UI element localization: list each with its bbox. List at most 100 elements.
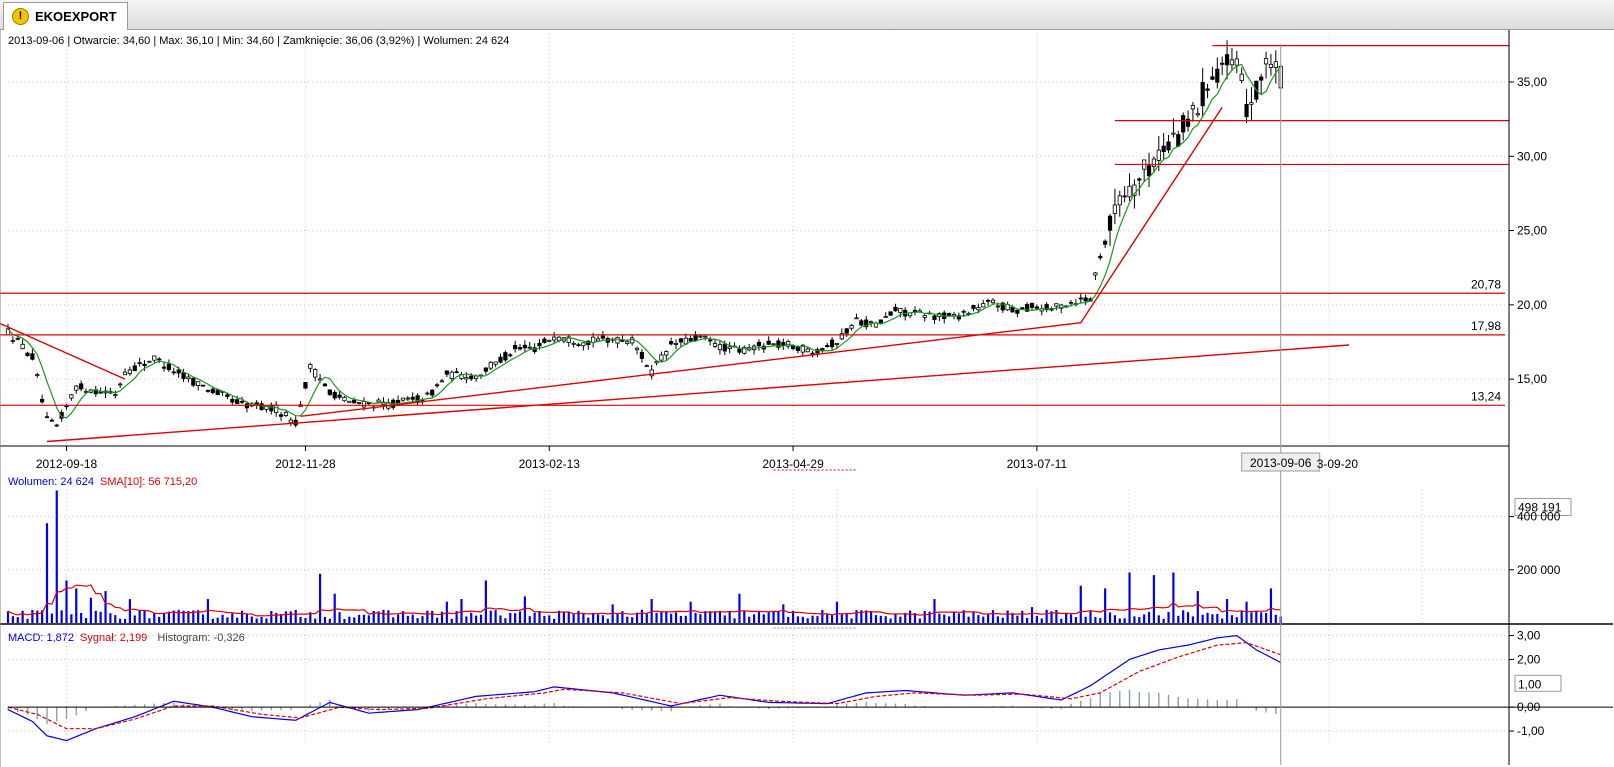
candle-body (278, 414, 284, 417)
macd-tick-label: 3,00 (1517, 629, 1541, 643)
candle-body (142, 363, 147, 367)
candle-body (469, 375, 474, 380)
candle-body (1171, 132, 1176, 135)
candle-body (74, 385, 79, 391)
candle-body (15, 337, 20, 340)
candle-body (1146, 165, 1152, 177)
candle-body (883, 316, 888, 318)
candle-body (698, 335, 703, 338)
candle-body (332, 391, 337, 399)
candle-body (708, 339, 713, 342)
candle-body (347, 400, 352, 404)
candle-body (1137, 178, 1142, 181)
candle-body (717, 344, 723, 351)
candle-body (703, 335, 708, 338)
candle-body (542, 338, 547, 343)
candle-body (508, 354, 513, 357)
candle-body (44, 416, 50, 419)
candle-body (356, 402, 362, 404)
date-tick-label: 2013-04-29 (762, 457, 824, 471)
candle-body (654, 361, 659, 364)
candle-body (659, 354, 664, 361)
candle-body (122, 371, 128, 376)
candle-body (1220, 62, 1225, 65)
candle-body (1127, 185, 1132, 198)
level-label: 13,24 (1471, 389, 1501, 403)
candle-body (20, 343, 25, 350)
candle-body (859, 320, 864, 326)
chart-tab[interactable]: ! EKOEXPORT (3, 2, 128, 30)
macd-legend: MACD: 1,872 Sygnał: 2,199 Histogram: -0,32… (8, 632, 245, 644)
candle-body (571, 342, 576, 345)
candle-body (620, 339, 625, 342)
candle-body (615, 336, 620, 344)
chart-area[interactable]: 20,78 17,98 13,24 35,00 30,00 25,00 20,00 15,00… (0, 30, 1614, 767)
candle-body (986, 299, 991, 302)
price-tick-label: 15,00 (1517, 372, 1547, 386)
candle-body (1190, 105, 1196, 110)
candle-body (1195, 113, 1200, 116)
candle-body (64, 405, 69, 408)
candle-body (712, 343, 718, 347)
candle-body (1200, 82, 1205, 107)
candle-body (439, 380, 445, 383)
candle-body (1117, 195, 1122, 206)
candle-body (342, 396, 347, 402)
candle-body (678, 338, 684, 343)
candle-body (161, 366, 167, 369)
candle-body (932, 315, 937, 321)
candle-body (483, 367, 488, 372)
candle-body (1034, 306, 1039, 309)
candle-body (1078, 297, 1083, 300)
candle-body (435, 384, 440, 387)
candle-body (352, 399, 357, 404)
volume-legend-value: Wolumen: 24 624 (8, 476, 94, 488)
sma-legend-value: SMA[10]: 56 715,20 (100, 476, 197, 488)
candle-body (976, 307, 981, 311)
candle-body (147, 360, 152, 363)
candle-body (322, 383, 328, 387)
candle-body (1215, 68, 1220, 83)
price-tick-label: 20,00 (1517, 298, 1547, 312)
candle-body (137, 362, 142, 365)
candle-body (454, 371, 459, 374)
candle-body (1239, 73, 1244, 82)
date-tick-label: 2013-02-13 (519, 457, 581, 471)
candle-body (259, 403, 264, 410)
candle-body (947, 313, 952, 316)
candle-body (430, 389, 435, 396)
volume-max-label: 498 191 (1518, 500, 1562, 514)
candle-body (1068, 301, 1074, 304)
candle-body (898, 307, 903, 314)
candle-body (805, 348, 810, 353)
candle-body (1166, 141, 1171, 151)
candle-body (283, 412, 289, 416)
candle-body (337, 394, 342, 398)
candle-body (196, 381, 201, 386)
candle-body (1244, 103, 1249, 118)
candle-body (176, 369, 181, 374)
candle-body (152, 355, 157, 361)
candle-body (1229, 59, 1235, 66)
date-tick-label-tail: 3-09-20 (1317, 457, 1359, 471)
candle-body (1029, 302, 1035, 308)
candle-body (118, 383, 123, 386)
candle-body (756, 341, 762, 347)
volume-tick-label: 200 000 (1517, 563, 1561, 577)
candle-body (552, 336, 557, 341)
signal-legend-value: Sygnał: 2,199 (80, 632, 147, 644)
candle-body (781, 342, 786, 346)
candle-body (308, 363, 313, 369)
candle-body (1093, 272, 1098, 276)
candle-body (576, 344, 581, 346)
candle-body (878, 319, 883, 324)
candle-body (1122, 195, 1127, 198)
candle-body (40, 398, 45, 403)
price-tick-label: 30,00 (1517, 149, 1547, 163)
macd-current-label: 1,00 (1518, 677, 1542, 691)
candle-body (527, 346, 532, 349)
candle-body (1259, 76, 1264, 81)
candle-body (673, 342, 679, 345)
date-tick-label: 2012-11-28 (275, 457, 336, 471)
level-label: 20,78 (1471, 277, 1501, 291)
